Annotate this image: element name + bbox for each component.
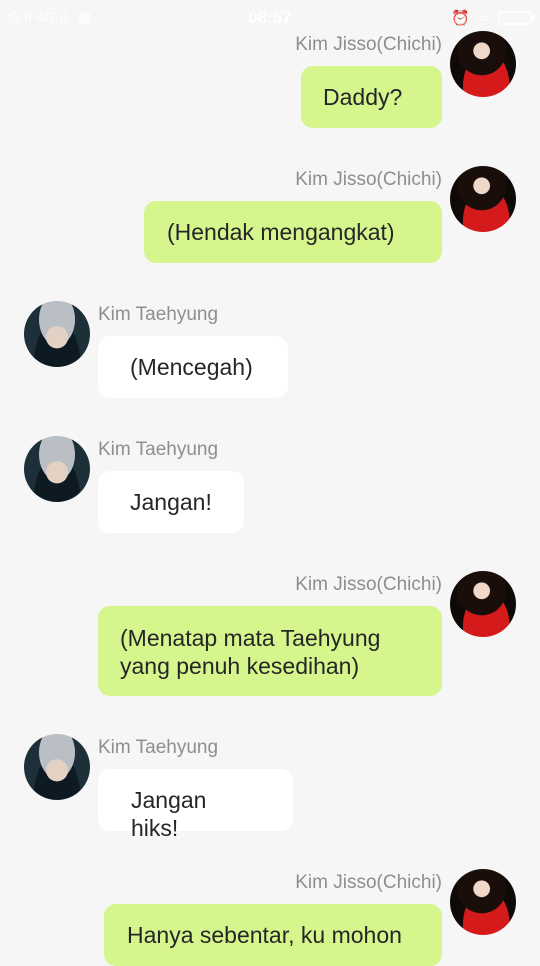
message-bubble[interactable]: Hanya sebentar, ku mohon: [104, 904, 442, 966]
avatar[interactable]: [450, 31, 516, 97]
chat-message: Kim Jisso(Chichi) (Menatap mata Taehyung…: [0, 568, 540, 703]
message-bubble[interactable]: Daddy?: [301, 66, 442, 128]
chat-message: Kim Jisso(Chichi) Daddy?: [0, 28, 540, 133]
status-right: ⏰ ≈: [451, 9, 535, 27]
avatar[interactable]: [450, 166, 516, 232]
avatar[interactable]: [450, 869, 516, 935]
wifi-icon: ≈: [479, 9, 488, 27]
chat-message: Kim Taehyung Jangan!: [0, 433, 540, 538]
avatar[interactable]: [24, 436, 90, 502]
message-bubble[interactable]: (Mencegah): [98, 336, 288, 398]
chat-message: Kim Jisso(Chichi) (Hendak mengangkat): [0, 163, 540, 268]
sender-name: Kim Jisso(Chichi): [295, 574, 442, 595]
alarm-icon: ⏰: [451, 10, 470, 27]
sender-name: Kim Taehyung: [98, 304, 219, 325]
sender-name: Kim Jisso(Chichi): [295, 34, 442, 55]
avatar[interactable]: [450, 571, 516, 637]
sender-name: Kim Taehyung: [98, 737, 219, 758]
avatar[interactable]: [24, 734, 90, 800]
message-bubble[interactable]: Jangan hiks!: [98, 769, 293, 841]
sender-name: Kim Taehyung: [98, 439, 219, 460]
chat-message: Kim Jisso(Chichi) Hanya sebentar, ku moh…: [0, 866, 540, 966]
message-bubble[interactable]: Jangan!: [98, 471, 244, 533]
chat-message: Kim Taehyung (Mencegah): [0, 298, 540, 403]
battery-icon: [498, 11, 535, 25]
chat-message: Kim Taehyung Jangan hiks!: [0, 731, 540, 841]
message-bubble[interactable]: (Hendak mengangkat): [144, 201, 442, 263]
avatar[interactable]: [24, 301, 90, 367]
sender-name: Kim Jisso(Chichi): [295, 169, 442, 190]
sender-name: Kim Jisso(Chichi): [295, 872, 442, 893]
message-bubble[interactable]: (Menatap mata Taehyung yang penuh kesedi…: [98, 606, 442, 696]
